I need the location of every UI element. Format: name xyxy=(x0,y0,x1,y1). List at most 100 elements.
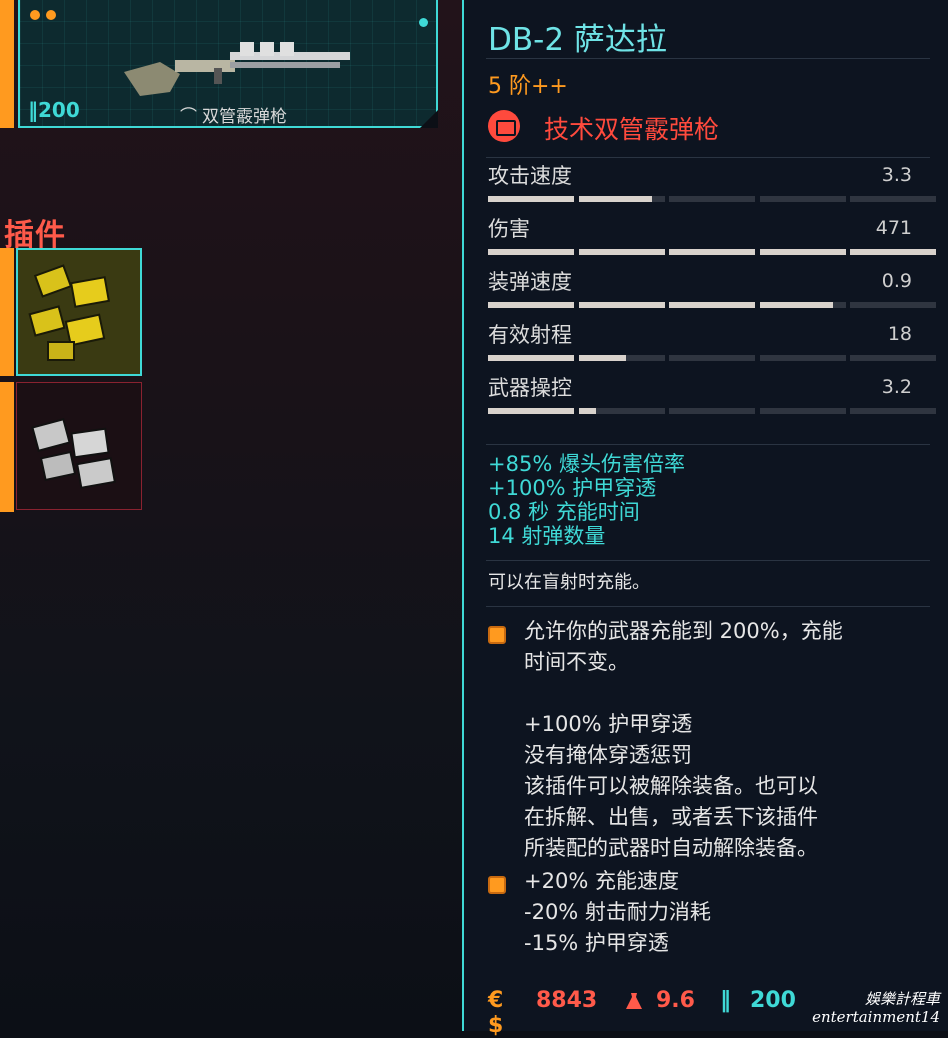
mod-slot-2[interactable] xyxy=(16,382,142,510)
stat-bar-segment xyxy=(578,196,665,202)
stat-row: 伤害 471 xyxy=(488,213,936,265)
weapon-slot-tab xyxy=(0,0,14,128)
mod-line: -15% 护甲穿透 xyxy=(524,931,669,955)
stat-bar-segment xyxy=(578,408,665,414)
mod-line xyxy=(524,678,884,709)
stat-bar-segment xyxy=(488,355,574,361)
mod-line: 允许你的武器充能到 200%，充能 xyxy=(524,619,843,643)
mod-slot-tab-1 xyxy=(0,248,14,376)
item-weight: 9.6 xyxy=(656,988,695,1013)
stat-row: 有效射程 18 xyxy=(488,319,936,371)
weapon-name: DB-2 萨达拉 xyxy=(488,22,667,58)
stat-value: 3.2 xyxy=(881,376,912,398)
divider xyxy=(486,606,930,607)
shotgun-icon: ⌒ xyxy=(180,107,197,127)
inventory-background xyxy=(0,0,462,1031)
stat-value: 0.9 xyxy=(881,270,912,292)
stat-value: 471 xyxy=(875,217,912,239)
mod-slot-1[interactable] xyxy=(16,248,142,376)
stat-bar-segment xyxy=(669,196,755,202)
tech-weapon-icon xyxy=(488,110,520,142)
stat-bar-segment xyxy=(759,355,846,361)
stat-bar-segment xyxy=(850,302,936,308)
mod-slot-icon xyxy=(488,876,506,894)
watermark: 娛樂計程車 entertainment14 xyxy=(812,990,940,1026)
watermark-line: 娛樂計程車 xyxy=(864,990,940,1008)
weapon-card[interactable]: ‖200 ⌒ 双管霰弹枪 xyxy=(18,0,438,128)
stat-name: 伤害 xyxy=(488,217,530,241)
card-corner xyxy=(420,110,438,128)
ammo-icon: ‖ xyxy=(28,98,38,122)
divider xyxy=(486,444,930,445)
mod-image-1 xyxy=(18,250,140,374)
mod-text: +20% 充能速度 -20% 射击耐力消耗 -15% 护甲穿透 xyxy=(524,866,884,959)
mod-line: 所装配的武器时自动解除装备。 xyxy=(524,836,818,860)
stat-row: 装弹速度 0.9 xyxy=(488,266,936,318)
stat-bar xyxy=(488,355,936,361)
item-tooltip: DB-2 萨达拉 5 阶++ 技术双管霰弹枪 攻击速度 3.3 伤害 471 装弹速度 0… xyxy=(462,0,948,1038)
stat-bar-segment xyxy=(850,249,936,255)
stat-bar-fill xyxy=(759,302,833,308)
weapon-type: ⌒ 双管霰弹枪 xyxy=(180,102,287,127)
stat-bar-segment xyxy=(669,355,755,361)
stat-bar-segment xyxy=(488,196,574,202)
stat-bar-segment xyxy=(759,302,846,308)
divider xyxy=(486,157,930,158)
stat-bar-fill xyxy=(488,196,574,202)
bonus-line: 0.8 秒 充能时间 xyxy=(488,500,640,524)
divider xyxy=(486,560,930,561)
weapon-tier: 5 阶++ xyxy=(488,74,568,99)
mod-line: -20% 射击耐力消耗 xyxy=(524,900,711,924)
stat-bar-segment xyxy=(578,249,665,255)
stat-name: 装弹速度 xyxy=(488,270,572,294)
mod-line: 在拆解、出售，或者丢下该插件 xyxy=(524,805,818,829)
stat-bar-fill xyxy=(488,408,574,414)
mod-image-2 xyxy=(31,418,116,489)
stat-bar-segment xyxy=(850,408,936,414)
mod-line: +20% 充能速度 xyxy=(524,869,679,893)
stat-bar-fill xyxy=(850,249,936,255)
stat-row: 武器操控 3.2 xyxy=(488,372,936,424)
weapon-price: ‖200 xyxy=(28,98,80,122)
stat-bar-fill xyxy=(488,249,574,255)
stat-bar-segment xyxy=(488,302,574,308)
mod-slot-tab-2 xyxy=(0,382,14,512)
divider xyxy=(486,58,930,59)
stat-bar-fill xyxy=(578,249,665,255)
stat-bar xyxy=(488,196,936,202)
mod-line: 没有掩体穿透惩罚 xyxy=(524,743,692,767)
stat-bar xyxy=(488,408,936,414)
stat-bar-fill xyxy=(669,302,755,308)
stat-bar-fill xyxy=(578,196,652,202)
stat-bar-segment xyxy=(850,355,936,361)
watermark-line: entertainment14 xyxy=(812,1008,940,1026)
stat-bar-segment xyxy=(669,302,755,308)
stat-bar-fill xyxy=(578,302,665,308)
stat-bar-fill xyxy=(578,355,626,361)
mod-text: 允许你的武器充能到 200%，充能 时间不变。 +100% 护甲穿透 没有掩体穿… xyxy=(524,616,884,864)
item-price: 8843 xyxy=(536,988,598,1013)
quality-dot-2 xyxy=(46,10,56,20)
stat-bar xyxy=(488,302,936,308)
ammo-icon: ‖ xyxy=(720,988,731,1013)
bonus-line: +85% 爆头伤害倍率 xyxy=(488,452,685,476)
equipped-indicator xyxy=(419,18,428,27)
stat-bar-segment xyxy=(488,249,574,255)
stat-bar-fill xyxy=(669,249,755,255)
item-sell-value: 200 xyxy=(750,988,796,1013)
stat-bar-fill xyxy=(488,355,574,361)
mod-line: 时间不变。 xyxy=(524,650,629,674)
stat-bar-segment xyxy=(578,355,665,361)
stat-name: 有效射程 xyxy=(488,323,572,347)
stat-bar-segment xyxy=(578,302,665,308)
bonus-line: +100% 护甲穿透 xyxy=(488,476,657,500)
stat-name: 攻击速度 xyxy=(488,164,572,188)
ability-text: 可以在盲射时充能。 xyxy=(488,572,650,593)
weapon-class-label: 技术双管霰弹枪 xyxy=(544,115,720,144)
stat-bar-segment xyxy=(759,408,846,414)
stat-name: 武器操控 xyxy=(488,376,572,400)
bonus-list: +85% 爆头伤害倍率 +100% 护甲穿透 0.8 秒 充能时间 14 射弹数… xyxy=(488,452,685,548)
stat-value: 3.3 xyxy=(881,164,912,186)
bonus-line: 14 射弹数量 xyxy=(488,524,606,548)
mod-line: +100% 护甲穿透 xyxy=(524,712,693,736)
